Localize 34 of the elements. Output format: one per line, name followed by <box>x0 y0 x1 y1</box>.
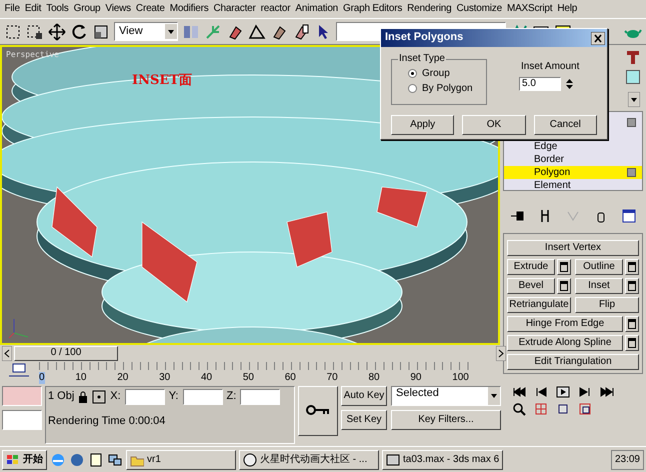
group-title: Inset Type <box>398 53 446 65</box>
tick-label: 10 <box>75 372 86 384</box>
tick-label: 40 <box>200 372 212 384</box>
amount-label: Inset Amount <box>521 61 580 73</box>
tick-label: 50 <box>242 372 254 384</box>
tick-label: 90 <box>410 372 422 384</box>
radio-label: By Polygon <box>422 82 473 94</box>
coordinate-label: X: <box>110 390 121 404</box>
dropdown-value: Selected <box>395 387 440 401</box>
tick-label: 80 <box>368 372 380 384</box>
clock: 23:09 <box>610 450 644 470</box>
start-label: 开始 <box>23 454 43 466</box>
taskbar-label: vr1 <box>147 454 161 466</box>
stack-item-label: Edge <box>534 140 558 152</box>
selection-count: 1 Obj <box>48 390 74 404</box>
dialog-title: Inset Polygons <box>385 31 464 45</box>
radio-label: Group <box>422 68 450 80</box>
coordinate-label: Y: <box>168 390 178 404</box>
tick-label: 20 <box>117 372 128 384</box>
tick-label: 100 <box>452 372 469 384</box>
status-prompt: Rendering Time 0:00:04 <box>48 414 166 428</box>
stack-item-label: Border <box>534 154 564 166</box>
annotation-text: INSET面 <box>132 73 192 89</box>
stack-item-label: Polygon <box>534 166 570 178</box>
tick-label: 70 <box>326 372 338 384</box>
tick-label: 60 <box>284 372 296 384</box>
tick-label: 0 <box>39 372 45 384</box>
taskbar-label: 火星时代动画大社区 - ... <box>260 454 368 466</box>
stack-item-label: Element <box>534 180 571 192</box>
tick-label: 30 <box>159 372 170 384</box>
viewport-label: Perspective <box>6 50 59 60</box>
coordinate-label: Z: <box>226 390 236 404</box>
dropdown-value: View <box>118 24 144 38</box>
taskbar-label: ta03.max - 3ds max 6 <box>403 454 500 466</box>
